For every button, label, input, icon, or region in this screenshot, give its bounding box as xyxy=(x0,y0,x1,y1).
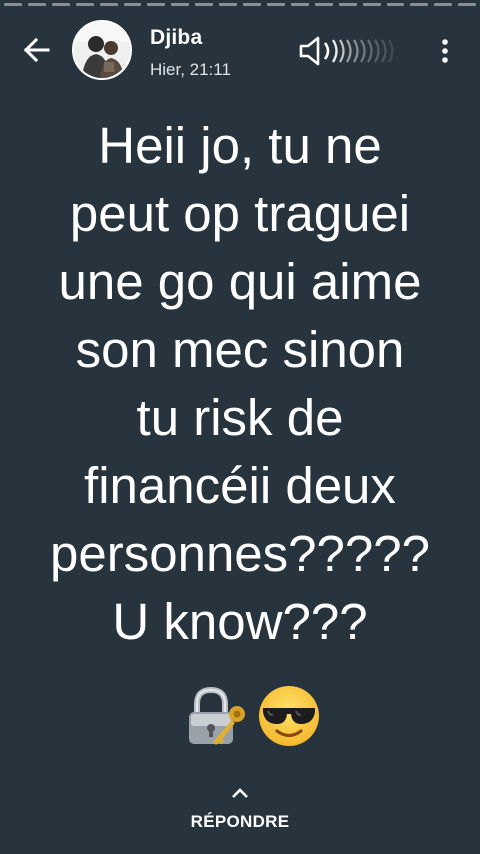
status-viewer: Djiba Hier, 21:11 Heii jo, tu ne peut op… xyxy=(0,0,480,854)
mute-button[interactable] xyxy=(298,34,408,68)
lock-with-key-emoji xyxy=(189,686,245,745)
progress-segment xyxy=(147,3,166,6)
more-vertical-icon xyxy=(442,39,448,63)
chevron-up-icon xyxy=(232,788,248,798)
progress-segment xyxy=(410,3,429,6)
progress-segment xyxy=(338,3,357,6)
progress-segment xyxy=(123,3,142,6)
progress-segment xyxy=(27,3,46,6)
status-text-line: financéii deux xyxy=(84,457,396,514)
progress-segment xyxy=(4,3,22,6)
progress-segment xyxy=(434,3,453,6)
status-emojis xyxy=(0,684,480,754)
progress-segment xyxy=(99,3,118,6)
progress-segment xyxy=(458,3,477,6)
progress-segment xyxy=(362,3,381,6)
speaker-volume-icon xyxy=(299,36,394,66)
smiling-face-with-sunglasses-emoji xyxy=(259,686,319,746)
progress-segment xyxy=(290,3,309,6)
status-text-line: personnes????? xyxy=(50,525,430,582)
progress-segment xyxy=(219,3,238,6)
status-text-line: Heii jo, tu ne xyxy=(98,117,382,174)
progress-segment xyxy=(386,3,405,6)
sender-name[interactable]: Djiba xyxy=(150,26,202,50)
status-text: Heii jo, tu ne peut op traguei une go qu… xyxy=(16,112,464,656)
progress-segment xyxy=(195,3,214,6)
status-text-line: tu risk de xyxy=(136,389,344,446)
progress-segment xyxy=(75,3,94,6)
progress-segment xyxy=(314,3,333,6)
progress-segment xyxy=(171,3,190,6)
status-text-line: une go qui aime xyxy=(58,253,422,310)
arrow-left-icon xyxy=(23,37,50,63)
more-options-button[interactable] xyxy=(430,36,460,66)
progress-segment xyxy=(266,3,285,6)
reply-button[interactable]: RÉPONDRE xyxy=(0,786,480,842)
progress-segment xyxy=(51,3,70,6)
avatar-photo xyxy=(74,22,130,78)
status-header: Djiba Hier, 21:11 xyxy=(0,8,480,92)
status-progress-bar xyxy=(4,3,477,6)
avatar[interactable] xyxy=(72,20,132,80)
status-timestamp: Hier, 21:11 xyxy=(150,60,231,79)
status-text-line: U know??? xyxy=(112,593,368,650)
status-text-line: son mec sinon xyxy=(75,321,405,378)
progress-segment xyxy=(243,3,261,6)
back-button[interactable] xyxy=(18,32,54,68)
reply-label: RÉPONDRE xyxy=(190,812,290,831)
status-text-line: peut op traguei xyxy=(69,185,411,242)
